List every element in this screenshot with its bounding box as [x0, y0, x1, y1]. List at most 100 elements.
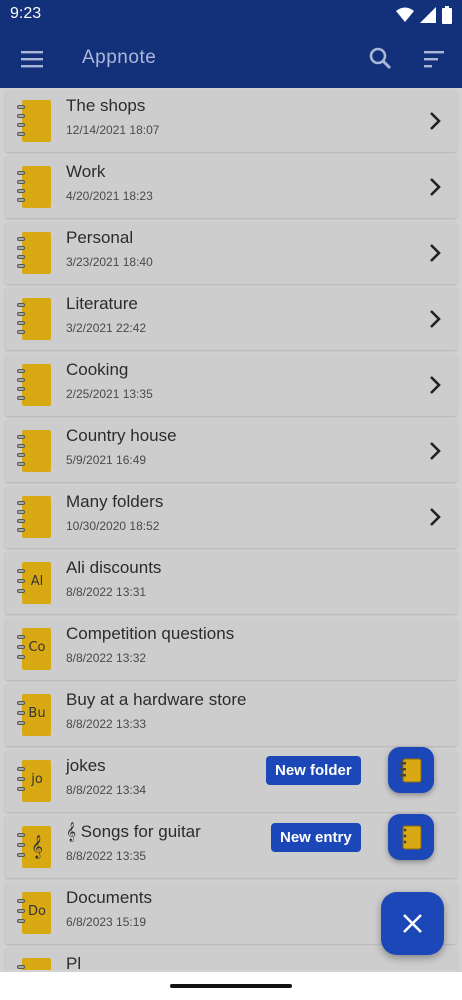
- list-item[interactable]: Personal 3/23/2021 18:40: [5, 222, 457, 284]
- notebook-ring: [17, 435, 25, 439]
- item-date: 4/20/2021 18:23: [66, 189, 153, 203]
- folder-notebook-icon: [17, 232, 53, 274]
- item-title: 𝄞 Songs for guitar: [66, 822, 201, 841]
- notebook-letters: Do: [28, 904, 46, 919]
- item-date: 10/30/2020 18:52: [66, 519, 160, 533]
- notebook-ring: [17, 453, 25, 457]
- app-title: Appnote: [82, 47, 157, 68]
- status-bar: 9:23: [0, 0, 462, 30]
- notebook-ring: [17, 312, 25, 316]
- notebook-ring: [17, 721, 25, 725]
- notebook-cover: [22, 364, 51, 406]
- notebook-ring: [17, 510, 25, 514]
- list-item[interactable]: Co Competition questions 8/8/2022 13:32: [5, 618, 457, 680]
- notebook-ring: [17, 919, 25, 923]
- list-item[interactable]: Work 4/20/2021 18:23: [5, 156, 457, 218]
- close-fab-button[interactable]: [381, 892, 444, 955]
- list-item[interactable]: Cooking 2/25/2021 13:35: [5, 354, 457, 416]
- notebook-ring: [17, 655, 25, 659]
- notebook-letters: Bu: [28, 706, 46, 721]
- list-item[interactable]: Many folders 10/30/2020 18:52: [5, 486, 457, 548]
- sort-icon[interactable]: [422, 48, 446, 70]
- notebook-ring: [17, 528, 25, 532]
- item-title: Buy at a hardware store: [66, 690, 247, 709]
- notebook-ring: [17, 132, 25, 136]
- home-gesture-bar[interactable]: [170, 984, 292, 988]
- entry-notebook-icon: Bu: [17, 694, 53, 736]
- notebook-ring: [17, 321, 25, 325]
- notebook-letters: Al: [30, 574, 44, 589]
- notebook-ring: [17, 369, 25, 373]
- folder-notebook-icon: [17, 364, 53, 406]
- item-title: Documents: [66, 888, 152, 907]
- notebook-ring: [17, 645, 25, 649]
- notebook-cover: [22, 298, 51, 340]
- notebook-cover: 𝄞: [22, 826, 51, 868]
- chevron-right-icon: [430, 310, 441, 328]
- notebook-ring: [17, 246, 25, 250]
- entry-notebook-icon: 𝄞: [17, 826, 53, 868]
- notebook-ring: [17, 519, 25, 523]
- entry-notebook-icon: Al: [17, 562, 53, 604]
- entry-notebook-icon: Co: [17, 628, 53, 670]
- chevron-right-icon: [430, 112, 441, 130]
- folder-notebook-icon: [17, 100, 53, 142]
- notebook-ring: [17, 909, 25, 913]
- list-item[interactable]: Literature 3/2/2021 22:42: [5, 288, 457, 350]
- notebook-ring: [17, 767, 25, 771]
- notebook-ring: [17, 635, 25, 639]
- folder-notebook-icon: [17, 298, 53, 340]
- menu-icon[interactable]: [20, 47, 44, 71]
- new-entry-label[interactable]: New entry: [271, 823, 361, 852]
- notebook-cover: [22, 958, 51, 970]
- notebook-ring: [17, 114, 25, 118]
- item-date: 6/8/2023 15:19: [66, 915, 147, 929]
- item-date: 8/8/2022 13:34: [66, 783, 147, 797]
- notebook-letters: 𝄞: [31, 834, 43, 858]
- notebook-ring: [17, 965, 25, 969]
- notebook-icon: [400, 758, 422, 783]
- item-date: 2/25/2021 13:35: [66, 387, 153, 401]
- notebook-ring: [17, 462, 25, 466]
- new-folder-button[interactable]: [388, 747, 434, 793]
- item-date: 8/8/2022 13:32: [66, 651, 147, 665]
- notebook-cover-inner: [26, 302, 48, 336]
- list-item[interactable]: Bu Buy at a hardware store 8/8/2022 13:3…: [5, 684, 457, 746]
- notebook-cover-inner: [26, 368, 48, 402]
- system-nav-bar: [0, 972, 462, 1000]
- item-date: 12/14/2021 18:07: [66, 123, 160, 137]
- item-title: The shops: [66, 96, 146, 115]
- notebook-cover: [22, 430, 51, 472]
- item-title: Cooking: [66, 360, 129, 379]
- notebook-cover: [22, 166, 51, 208]
- notebook-ring: [17, 387, 25, 391]
- signal-icon: [420, 7, 436, 23]
- notebook-cover-inner: [26, 170, 48, 204]
- item-date: 8/8/2022 13:31: [66, 585, 147, 599]
- list-item[interactable]: Al Ali discounts 8/8/2022 13:31: [5, 552, 457, 614]
- item-title: Competition questions: [66, 624, 235, 643]
- notebook-letters: jo: [31, 772, 43, 787]
- item-title: Pl: [66, 954, 82, 970]
- notebook-cover: Do: [22, 892, 51, 934]
- notebook-ring: [17, 189, 25, 193]
- notebook-ring: [17, 330, 25, 334]
- notebook-cover: [22, 100, 51, 142]
- notebook-cover: Bu: [22, 694, 51, 736]
- notebook-ring: [17, 303, 25, 307]
- folder-notebook-icon: [17, 496, 53, 538]
- notebook-ring: [17, 105, 25, 109]
- chevron-right-icon: [430, 442, 441, 460]
- new-folder-label[interactable]: New folder: [266, 756, 361, 785]
- entry-icon: [402, 825, 422, 850]
- folder-notebook-icon: [17, 430, 53, 472]
- new-entry-button[interactable]: [388, 814, 434, 860]
- notebook-ring: [17, 787, 25, 791]
- notebook-ring: [17, 853, 25, 857]
- search-icon[interactable]: [368, 46, 392, 70]
- list-item[interactable]: Country house 5/9/2021 16:49: [5, 420, 457, 482]
- list-item[interactable]: The shops 12/14/2021 18:07: [5, 90, 457, 152]
- notebook-cover-inner: [26, 236, 48, 270]
- notebook-ring: [17, 777, 25, 781]
- notebook-ring: [17, 833, 25, 837]
